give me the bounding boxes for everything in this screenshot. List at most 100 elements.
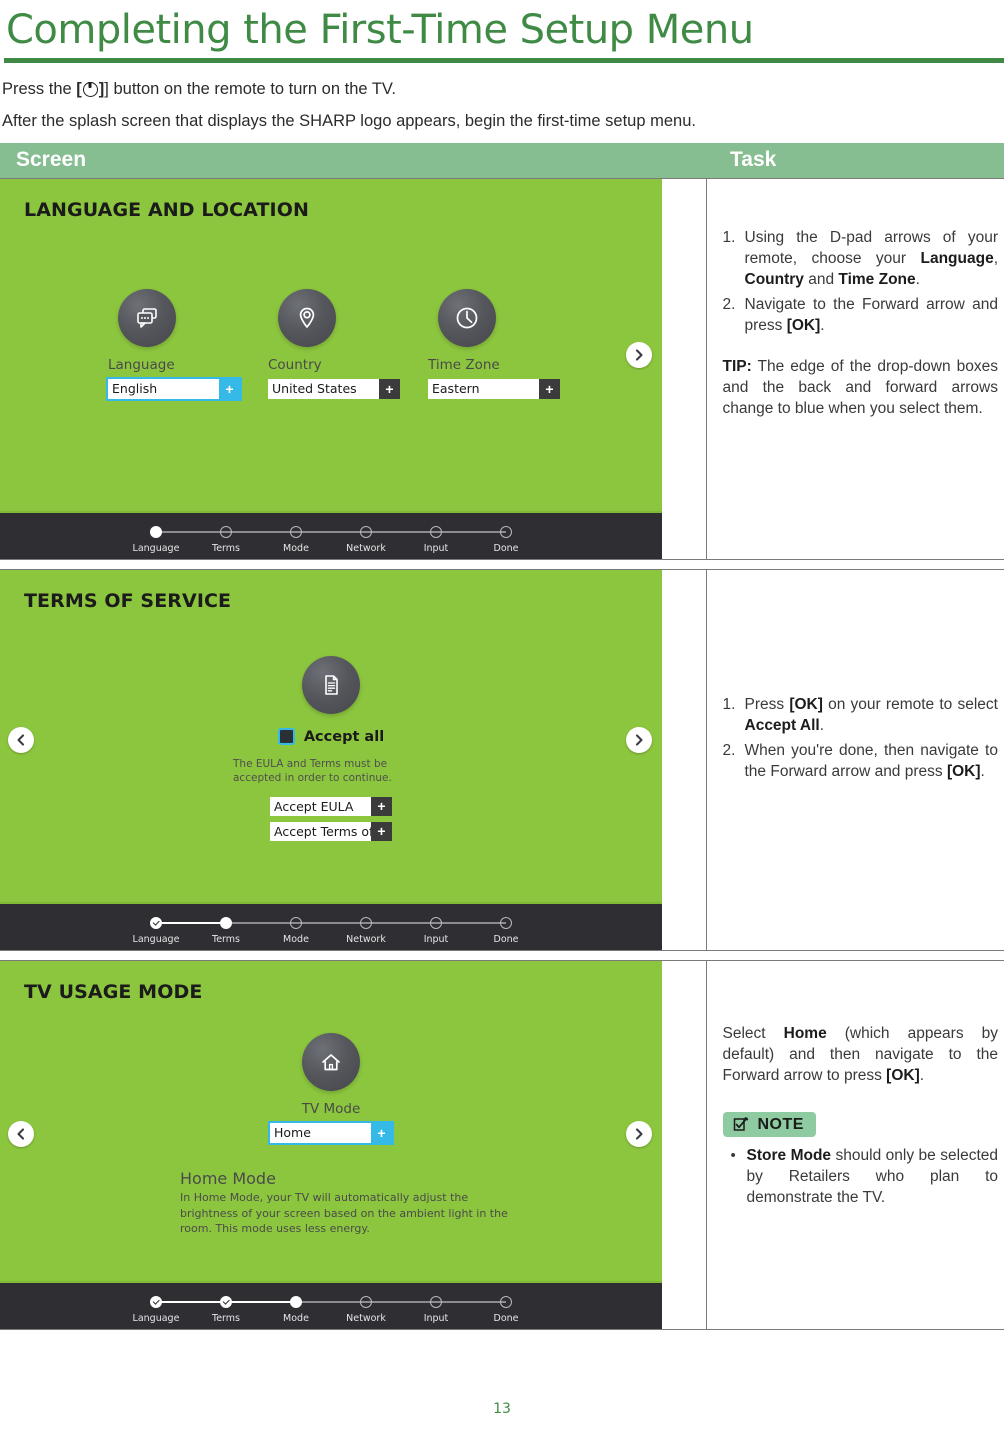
bracket-open: [ [76,80,82,98]
tv-mode-dropdown[interactable]: Home + [268,1121,394,1145]
stepper-step-language[interactable]: Language [130,526,182,554]
setup-progress-stepper: Language Terms Mode Network Input Done [0,511,662,559]
table-row: LANGUAGE AND LOCATION Language English +… [0,178,1004,560]
screen-cell-language: LANGUAGE AND LOCATION Language English +… [0,178,707,560]
step-label: Network [346,543,386,554]
step-label: Input [423,1313,449,1324]
eula-dropdowns: Accept EULA + Accept Terms of... + [270,797,392,841]
language-dropdown[interactable]: English + [106,377,242,401]
note-box: NOTE • Store Mode should only be selected… [722,1112,999,1208]
step-label: Terms [212,1313,240,1324]
chevron-right-icon [635,349,643,361]
stepper-steps: Language Terms Mode Network Input Done [130,526,532,554]
plus-icon[interactable]: + [379,379,400,399]
step-text: When you're done, then navigate to the F… [744,742,999,780]
stepper-track: Language Terms Mode Network Input Done [130,526,532,554]
task-cell-mode: Select Home (which appears by default) a… [706,960,1004,1330]
intro-line-1: Press the []] button on the remote to tu… [2,79,1002,99]
step-dot [220,917,232,929]
forward-arrow-button[interactable] [626,342,652,368]
chevron-left-icon [17,734,25,746]
plus-icon[interactable]: + [539,379,560,399]
step-label: Terms [212,543,240,554]
task-step-list: 1. Using the D-pad arrows of your remote,… [723,227,999,336]
mode-content: TV Mode Home + [0,1033,662,1145]
location-pin-icon [278,289,336,347]
stepper-step-done[interactable]: Done [480,917,532,945]
step-label: Done [493,543,519,554]
page-header: Completing the First-Time Setup Menu [0,0,1004,63]
accept-all-checkbox[interactable] [277,728,295,745]
stepper-step-done[interactable]: Done [480,526,532,554]
table-header-row: Screen Task [0,143,1004,179]
screen-title: TERMS OF SERVICE [24,590,232,612]
plus-icon[interactable]: + [219,379,240,399]
step-label: Network [346,1313,386,1324]
stepper-track: Language Terms Mode Network Input Done [130,917,532,945]
timezone-dropdown-value: Eastern [428,379,539,399]
intro-text-before: Press the [2,80,72,98]
accept-terms-dropdown[interactable]: Accept Terms of... + [270,822,392,841]
step-label: Input [423,543,449,554]
stepper-step-terms[interactable]: Terms [200,917,252,945]
task-step-list: 1. Press [OK] on your remote to select Ac… [723,694,999,782]
back-arrow-button[interactable] [8,727,34,753]
stepper-step-mode[interactable]: Mode [270,917,322,945]
step-dot [150,526,162,538]
stepper-step-mode[interactable]: Mode [270,1296,322,1324]
tv-mode-label: TV Mode [301,1101,361,1117]
stepper-step-network[interactable]: Network [340,917,392,945]
step-dot [150,917,162,929]
language-dropdown-value: English [108,379,219,399]
setting-time-zone: Time Zone Eastern + [428,289,560,399]
step-dot [360,1296,372,1308]
back-arrow-button[interactable] [8,1121,34,1147]
setup-progress-stepper: Language Terms Mode Network Input Done [0,1281,662,1329]
page-number: 13 [493,1401,511,1417]
stepper-steps: Language Terms Mode Network Input Done [130,1296,532,1324]
plus-icon[interactable]: + [371,797,392,816]
step-dot [500,917,512,929]
stepper-step-mode[interactable]: Mode [270,526,322,554]
stepper-step-terms[interactable]: Terms [200,526,252,554]
table-row: TV USAGE MODE TV Mode Home + Home Mode I… [0,960,1004,1330]
step-dot [360,526,372,538]
step-number: 2. [722,742,736,759]
task-content: Select Home (which appears by default) a… [722,961,999,1208]
stepper-step-terms[interactable]: Terms [200,1296,252,1324]
note-label: NOTE [757,1115,804,1133]
step-dot [430,917,442,929]
setup-progress-stepper: Language Terms Mode Network Input Done [0,902,662,950]
tip-paragraph: TIP: The edge of the drop-down boxes and… [722,358,999,417]
stepper-step-network[interactable]: Network [340,1296,392,1324]
step-dot [360,917,372,929]
stepper-step-input[interactable]: Input [410,1296,462,1324]
step-dot [220,1296,232,1308]
accept-all-row[interactable]: Accept all [277,728,384,745]
stepper-step-done[interactable]: Done [480,1296,532,1324]
accept-eula-dropdown[interactable]: Accept EULA + [270,797,392,816]
note-list: • Store Mode should only be selected by R… [723,1145,999,1208]
plus-icon[interactable]: + [371,1123,392,1143]
step-text: Press [OK] on your remote to select Acce… [744,696,998,734]
row-spacer [0,560,1004,570]
stepper-step-input[interactable]: Input [410,526,462,554]
note-item: • Store Mode should only be selected by R… [723,1145,999,1208]
stepper-step-language[interactable]: Language [130,917,182,945]
task-content: 1. Press [OK] on your remote to select Ac… [723,570,999,782]
stepper-step-network[interactable]: Network [340,526,392,554]
step-dot [430,526,442,538]
page-title: Completing the First-Time Setup Menu [6,7,754,53]
country-dropdown[interactable]: United States + [268,379,400,399]
stepper-step-input[interactable]: Input [410,917,462,945]
setting-label: Time Zone [428,357,500,373]
home-icon [302,1033,360,1091]
forward-arrow-button[interactable] [626,1121,652,1147]
stepper-step-language[interactable]: Language [130,1296,182,1324]
timezone-dropdown[interactable]: Eastern + [428,379,560,399]
forward-arrow-button[interactable] [626,727,652,753]
plus-icon[interactable]: + [371,822,392,841]
intro-line-2: After the splash screen that displays th… [2,112,696,130]
step-dot [500,526,512,538]
table-row: TERMS OF SERVICE Accept all The EULA and [0,569,1004,951]
